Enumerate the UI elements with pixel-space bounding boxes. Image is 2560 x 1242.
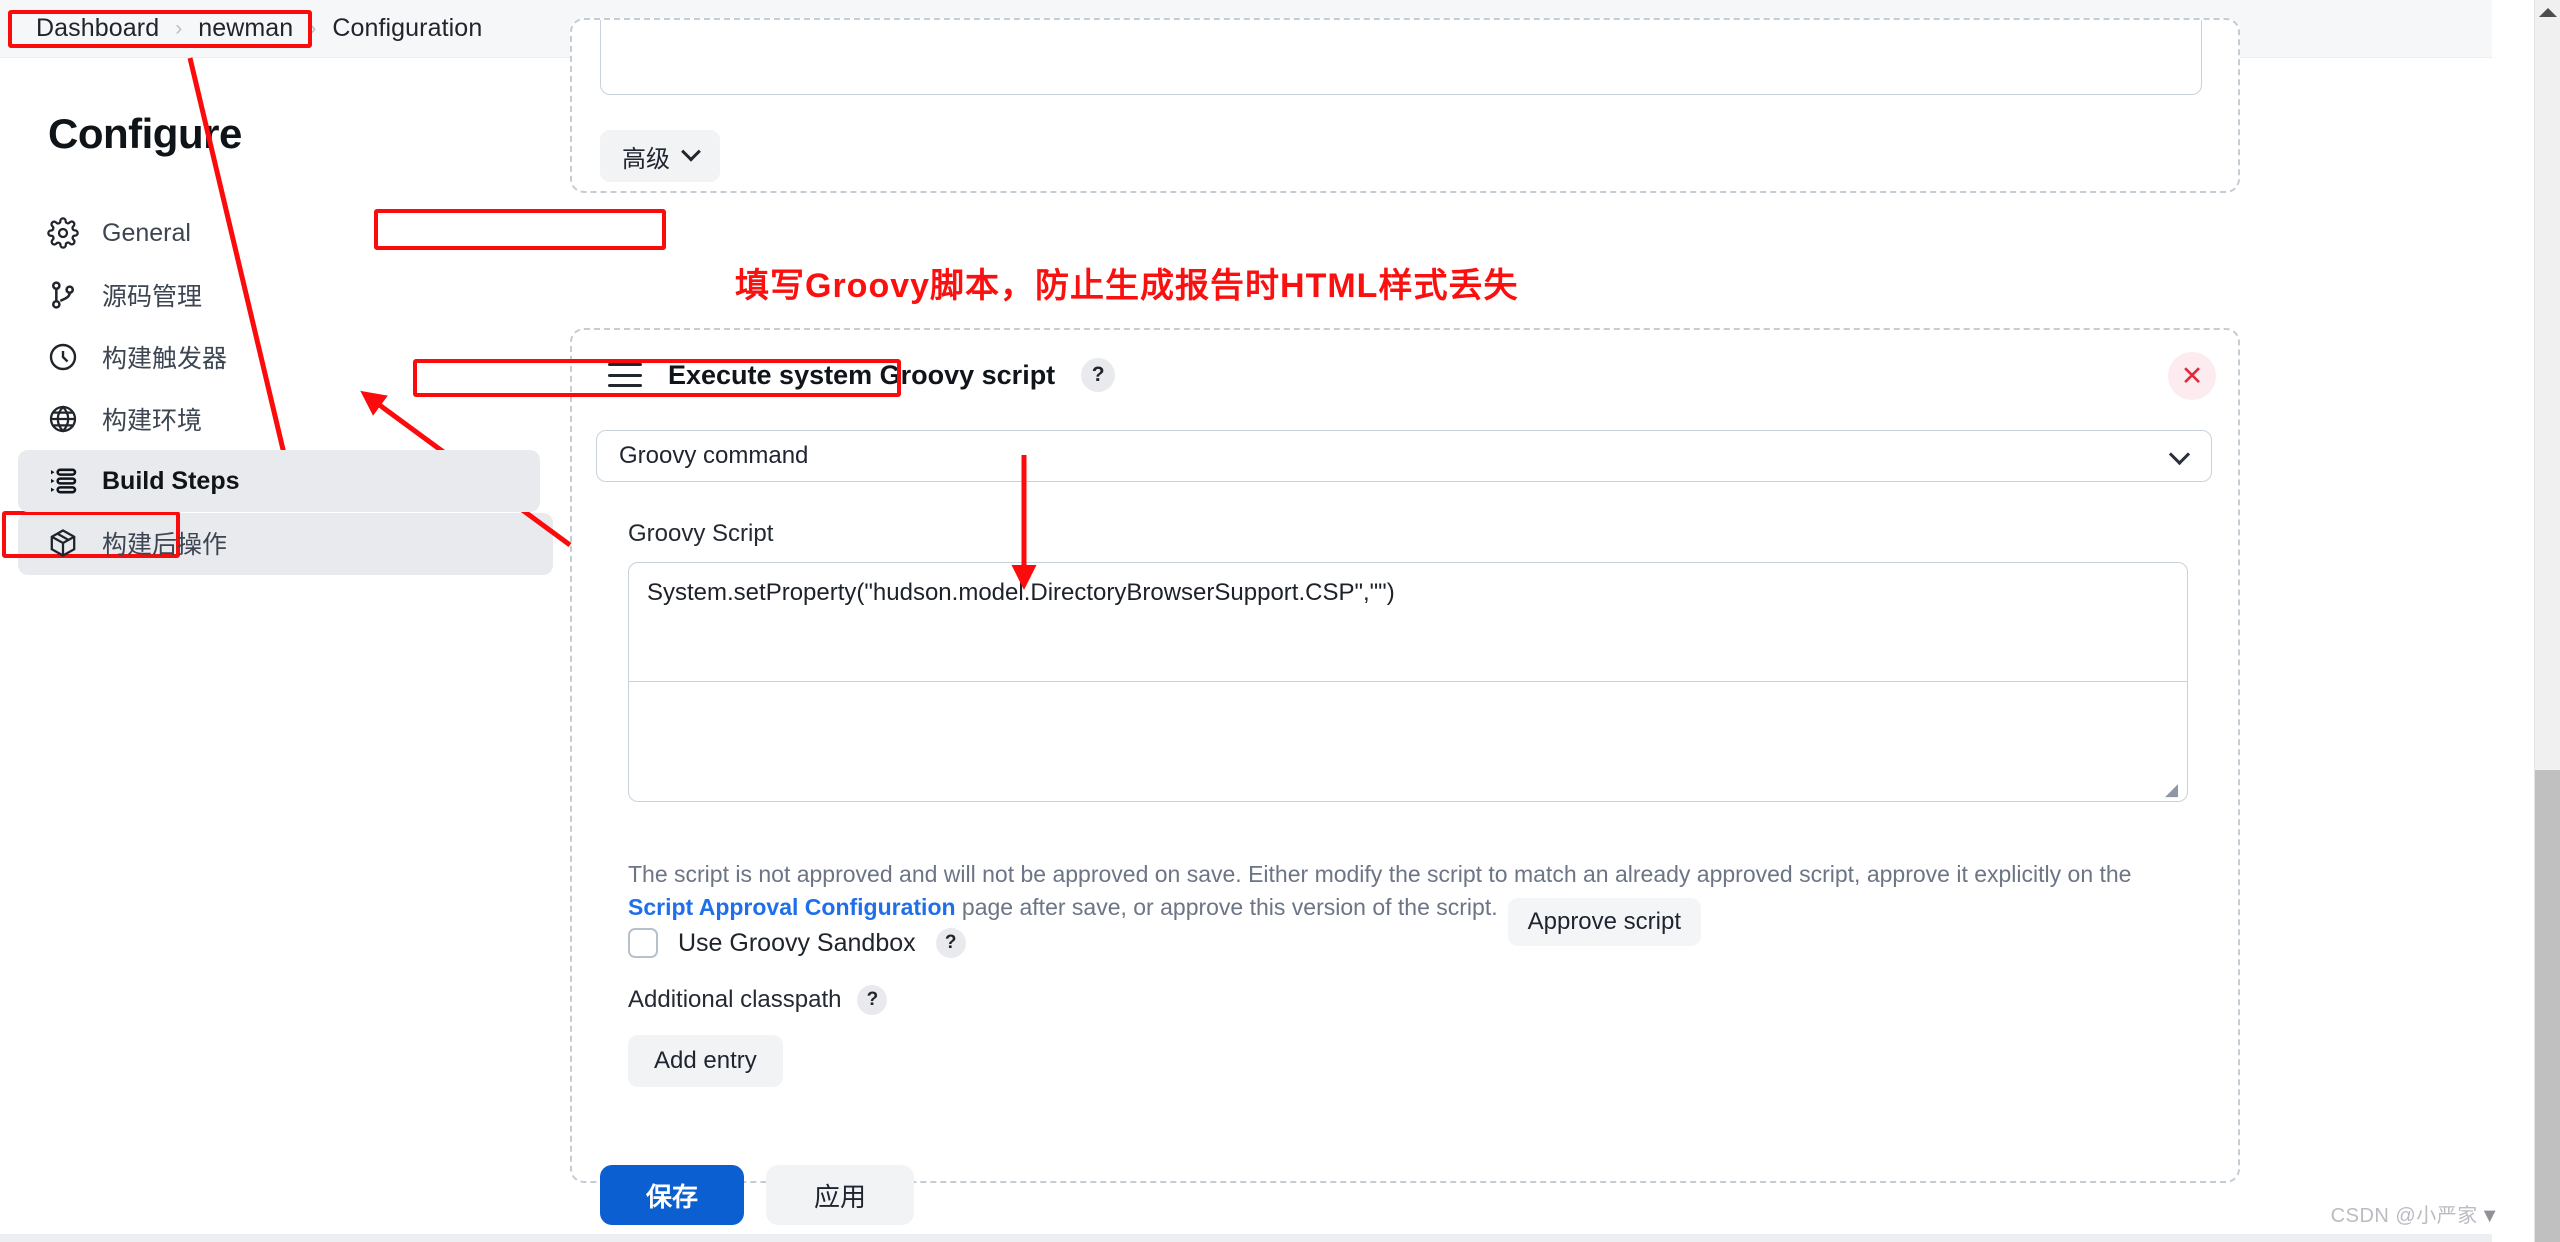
use-groovy-sandbox-row[interactable]: Use Groovy Sandbox ? [628,928,966,958]
package-icon [46,526,80,560]
close-x-icon[interactable]: ✕ [2168,352,2216,400]
globe-icon [46,402,80,436]
groovy-step-block: Execute system Groovy script ? ✕ Groovy … [570,328,2240,1183]
sidebar-item-build-environment[interactable]: 构建环境 [18,388,540,450]
additional-classpath-row: Additional classpath ? [628,985,888,1015]
advanced-button[interactable]: 高级 [600,130,720,182]
watermark-flag-icon: ▼ [2479,1205,2500,1227]
sidebar-item-build-triggers[interactable]: 构建触发器 [18,326,540,388]
groovy-command-select-value: Groovy command [619,442,809,469]
breadcrumb-item-configuration[interactable]: Configuration [332,14,482,43]
form-footer: 保存 应用 [600,1165,915,1225]
resize-grip-icon[interactable]: ◢ [2165,781,2181,798]
use-groovy-sandbox-checkbox[interactable] [628,928,658,958]
sidebar-item-label: 构建后操作 [102,531,228,559]
gear-icon [46,216,80,250]
groovy-command-select[interactable]: Groovy command [596,430,2212,482]
sidebar-nav: General 源码管理 构建触发器 构建环境 Build Steps 构建后操… [0,202,560,574]
apply-button[interactable]: 应用 [766,1165,915,1225]
script-approval-configuration-link[interactable]: Script Approval Configuration [628,894,956,920]
sidebar-item-general[interactable]: General [18,202,540,264]
chevron-down-icon [2168,443,2191,466]
groovy-step-title: Execute system Groovy script [668,359,1056,390]
sidebar: Configure General 源码管理 构建触发器 构建环境 Build … [0,58,560,1242]
vertical-scrollbar[interactable] [2534,0,2560,1242]
warning-text-part2: page after save, or approve this version… [955,894,1498,921]
help-question-icon[interactable]: ? [935,928,966,958]
breadcrumb-separator-icon: › [309,17,317,40]
watermark: CSDN @小严家 ▼ [2331,1199,2500,1228]
help-question-icon[interactable]: ? [1081,358,1116,392]
main-content: 高级 Execute system Groovy script ? ✕ Groo… [560,18,2492,1242]
previous-build-step-block: 高级 [570,18,2240,193]
previous-step-textarea[interactable] [600,20,2202,95]
groovy-script-input-body[interactable]: ◢ [628,682,2188,802]
breadcrumb: Dashboard › newman › Configuration [18,6,502,51]
sidebar-item-post-build-actions[interactable]: 构建后操作 [18,512,540,574]
sidebar-item-label: 源码管理 [102,283,203,311]
approve-script-button[interactable]: Approve script [1507,898,1702,947]
breadcrumb-item-newman[interactable]: newman [198,14,293,43]
add-entry-button[interactable]: Add entry [628,1035,783,1087]
watermark-text: CSDN @小严家 [2330,1205,2478,1227]
clock-icon [46,340,80,374]
bottom-strip [0,1234,2492,1242]
scrollbar-thumb[interactable] [2535,770,2560,1242]
breadcrumb-item-dashboard[interactable]: Dashboard [36,14,159,43]
chevron-down-icon [681,141,701,162]
sidebar-item-build-steps[interactable]: Build Steps [18,450,540,512]
annotation-note-text: 填写Groovy脚本，防止生成报告时HTML样式丢失 [735,267,1519,305]
advanced-button-label: 高级 [622,145,670,173]
save-button[interactable]: 保存 [600,1165,745,1225]
sidebar-item-label: Build Steps [102,466,240,495]
page-title: Configure [48,110,242,157]
source-branch-icon [46,278,80,312]
list-steps-icon [46,464,80,498]
groovy-script-label: Groovy Script [628,520,774,547]
groovy-script-input[interactable]: System.setProperty("hudson.model.Directo… [628,562,2188,682]
sidebar-item-label: 构建触发器 [102,345,228,373]
help-question-icon[interactable]: ? [857,985,888,1015]
additional-classpath-label: Additional classpath [628,986,842,1013]
sidebar-item-label: 构建环境 [102,407,203,435]
scroll-up-arrow-icon[interactable] [2539,8,2557,17]
sidebar-item-label: General [102,218,191,247]
warning-text-part1: The script is not approved and will not … [628,861,2132,887]
sidebar-item-source-management[interactable]: 源码管理 [18,264,540,326]
use-groovy-sandbox-label: Use Groovy Sandbox [678,928,916,957]
groovy-step-header[interactable]: Execute system Groovy script ? [590,348,1137,402]
drag-handle-icon[interactable] [608,363,642,387]
breadcrumb-separator-icon: › [175,17,183,40]
